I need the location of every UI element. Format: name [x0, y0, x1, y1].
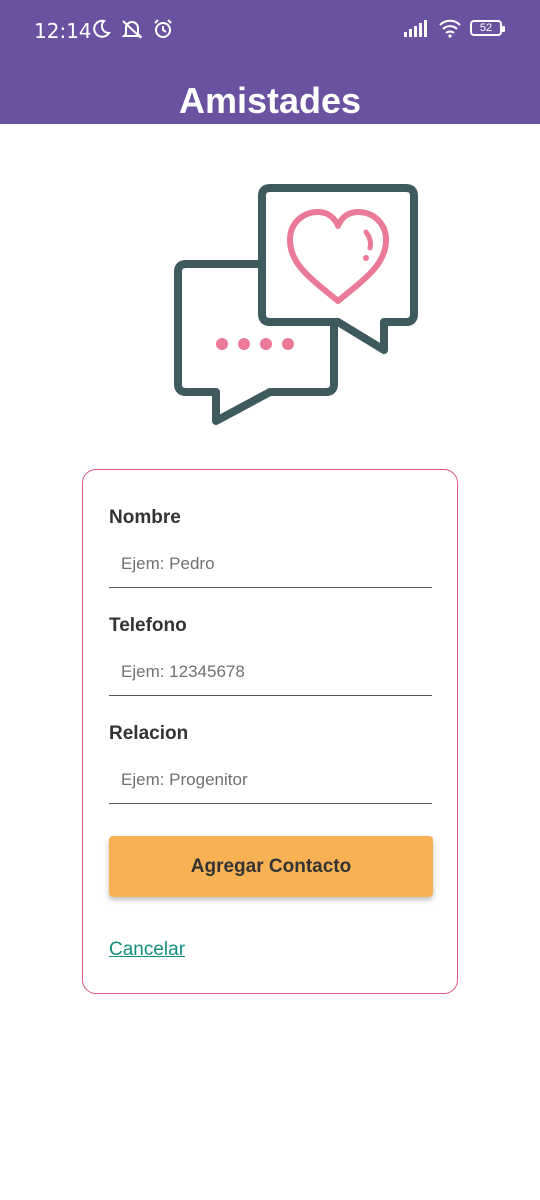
wifi-icon: [439, 19, 461, 38]
cancel-link[interactable]: Cancelar: [109, 939, 185, 961]
status-left-icons: [90, 18, 174, 40]
name-field: [109, 540, 432, 588]
status-time: 12:14: [34, 19, 92, 43]
relation-input[interactable]: [109, 756, 432, 803]
alarm-icon: [154, 19, 172, 38]
add-contact-button[interactable]: Agregar Contacto: [109, 836, 433, 897]
chat-bubbles-heart-icon: [174, 184, 418, 425]
battery-icon: 52: [470, 20, 505, 36]
contact-form-card: Nombre Telefono Relacion Agregar Contact…: [82, 469, 458, 994]
relation-field: [109, 756, 432, 804]
status-right-icons: 52: [404, 18, 505, 38]
phone-input[interactable]: [109, 648, 432, 695]
name-label: Nombre: [109, 507, 181, 528]
app-header: 12:14 52 Amistades: [0, 0, 540, 124]
mute-icon: [121, 20, 143, 39]
phone-label: Telefono: [109, 615, 187, 636]
relation-label: Relacion: [109, 723, 189, 744]
battery-level: 52: [479, 22, 493, 34]
signal-icon: [404, 20, 427, 37]
phone-field: [109, 648, 432, 696]
moon-icon: [93, 19, 111, 38]
name-input[interactable]: [109, 540, 432, 587]
page-title: Amistades: [178, 80, 362, 121]
